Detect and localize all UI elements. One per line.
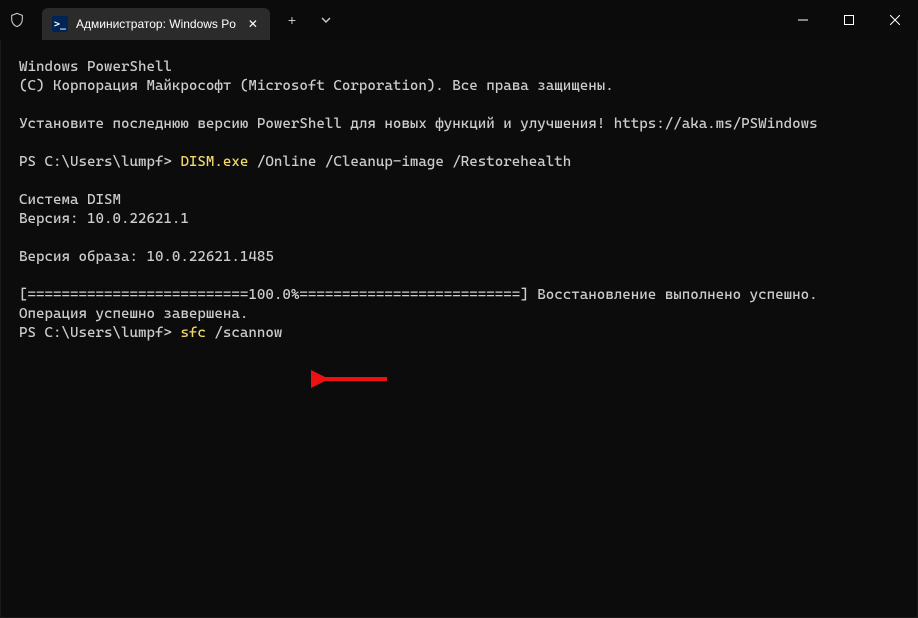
tab-close-button[interactable]: ✕ (244, 15, 262, 33)
output-line: Cистема DISM (19, 192, 121, 208)
output-line: Версия: 10.0.22621.1 (19, 211, 189, 227)
tab-strip: >_ Администратор: Windows Po ✕ (34, 0, 270, 40)
titlebar[interactable]: >_ Администратор: Windows Po ✕ + (0, 0, 918, 40)
command: sfc (180, 325, 206, 341)
close-icon (890, 15, 900, 25)
tab-actions: + (270, 0, 342, 40)
minimize-icon (798, 15, 808, 25)
output-line: [==========================100.0%=======… (19, 287, 818, 303)
shield-icon-button[interactable] (0, 0, 34, 40)
close-window-button[interactable] (872, 0, 918, 40)
prompt: PS C:\Users\lumpf> (19, 325, 180, 341)
terminal-window: >_ Администратор: Windows Po ✕ + (0, 0, 918, 618)
tab-title: Администратор: Windows Po (76, 17, 236, 31)
window-controls (780, 0, 918, 40)
tab-powershell[interactable]: >_ Администратор: Windows Po ✕ (42, 8, 270, 40)
command-args: /Online /Cleanup-image /Restorehealth (248, 154, 571, 170)
shield-icon (9, 12, 25, 28)
maximize-button[interactable] (826, 0, 872, 40)
maximize-icon (844, 15, 854, 25)
titlebar-drag-area[interactable] (342, 0, 780, 40)
output-line: Установите последнюю версию PowerShell д… (19, 116, 818, 132)
output-line: Windows PowerShell (19, 59, 172, 75)
output-line: Операция успешно завершена. (19, 306, 248, 322)
annotation-arrow-icon (311, 370, 389, 388)
prompt: PS C:\Users\lumpf> (19, 154, 180, 170)
terminal-body[interactable]: Windows PowerShell (С) Корпорация Майкро… (0, 40, 918, 618)
command: DISM.exe (180, 154, 248, 170)
output-line: (С) Корпорация Майкрософт (Microsoft Cor… (19, 78, 614, 94)
output-line: Версия образа: 10.0.22621.1485 (19, 249, 274, 265)
minimize-button[interactable] (780, 0, 826, 40)
powershell-icon: >_ (52, 16, 68, 32)
new-tab-button[interactable]: + (276, 5, 308, 35)
tab-dropdown-button[interactable] (310, 5, 342, 35)
chevron-down-icon (321, 15, 331, 25)
command-args: /scannow (206, 325, 282, 341)
